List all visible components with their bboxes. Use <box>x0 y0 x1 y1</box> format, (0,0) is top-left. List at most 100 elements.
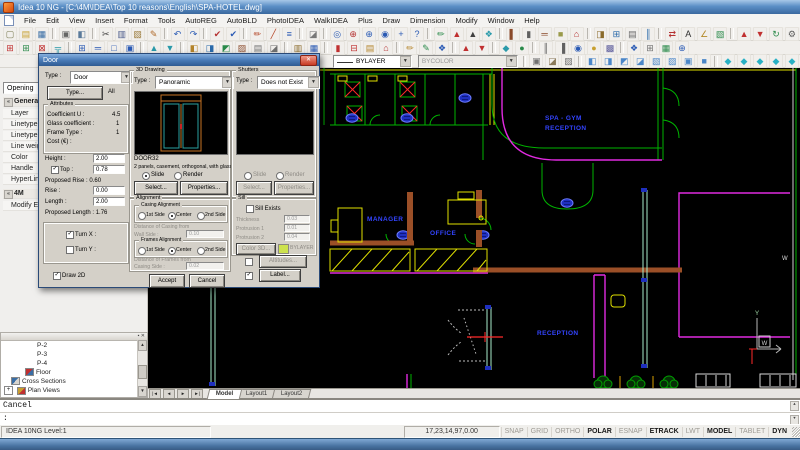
drawing3d-type-combo[interactable]: Panoramic▼ <box>155 76 234 89</box>
shutters-type-combo[interactable]: Does not Exist▼ <box>257 76 320 89</box>
type-button[interactable]: Type... <box>47 86 103 100</box>
schedule-green-icon[interactable]: ⊞ <box>19 41 33 55</box>
menu-dimension[interactable]: Dimension <box>405 14 450 27</box>
label-checkbox[interactable] <box>245 272 253 280</box>
format-painter-icon[interactable]: ✎ <box>147 27 161 41</box>
building-icon[interactable]: ⌂ <box>379 41 393 55</box>
markup-dark-icon[interactable]: ▲ <box>466 27 480 41</box>
draw-2d-checkbox[interactable] <box>53 272 61 280</box>
freehand-line-icon[interactable]: ╱ <box>266 27 280 41</box>
paste-icon[interactable]: ▧ <box>131 27 145 41</box>
turn-y-checkbox[interactable] <box>66 246 74 254</box>
menu-autobld[interactable]: AutoBLD <box>222 14 262 27</box>
brush-icon[interactable]: ✎ <box>419 41 433 55</box>
erase-icon[interactable]: ◪ <box>306 27 320 41</box>
length-field[interactable]: 2.00 <box>93 197 125 206</box>
zoom-realtime-icon[interactable]: ◎ <box>330 27 344 41</box>
altitudes-checkbox[interactable] <box>245 258 253 266</box>
image-attach-icon[interactable]: ▦ <box>659 41 673 55</box>
move-up-icon[interactable]: ▲ <box>737 27 751 41</box>
command-line[interactable]: Cancel : ▲ ▼ <box>0 398 800 424</box>
iso-view-2-icon[interactable]: ◆ <box>737 54 751 68</box>
stamp-icon[interactable]: ❖ <box>435 41 449 55</box>
chevron-down-icon[interactable]: ▼ <box>308 77 319 88</box>
zoom-in-icon[interactable]: ⊕ <box>346 27 360 41</box>
roof-tool-icon[interactable]: ⌂ <box>570 27 584 41</box>
scrollbar-thumb[interactable] <box>138 365 147 379</box>
cancel-button[interactable]: Cancel <box>189 274 225 288</box>
frames-1st-side-radio[interactable] <box>138 247 146 255</box>
menu-tools[interactable]: Tools <box>153 14 181 27</box>
linetype-combo[interactable]: BYLAYER ▼ <box>333 55 412 68</box>
osnap-check-icon[interactable]: ✔ <box>210 27 224 41</box>
view-front-icon[interactable]: ▧ <box>649 54 663 68</box>
render-radio[interactable] <box>174 172 182 180</box>
menu-insert[interactable]: Insert <box>90 14 119 27</box>
render-tool-icon[interactable]: ▩ <box>603 41 617 55</box>
tree-item-p4[interactable]: P-4 <box>1 359 147 368</box>
camera-view-icon[interactable]: ◉ <box>571 41 585 55</box>
command-scrollbar[interactable]: ▲ ▼ <box>790 401 799 423</box>
view-sw-iso-icon[interactable]: ▣ <box>681 54 695 68</box>
construction-line-icon[interactable]: ≡ <box>282 27 296 41</box>
menu-autoreg[interactable]: AutoREG <box>180 14 222 27</box>
text-tool-icon[interactable]: A <box>681 27 695 41</box>
purge-icon[interactable]: ▨ <box>561 54 575 68</box>
title-bar[interactable]: Idea 10 NG - [C:\4M\IDEA\Top 10 reasons\… <box>0 0 800 14</box>
menu-photoidea[interactable]: PhotoIDEA <box>262 14 309 27</box>
move-down-icon[interactable]: ▼ <box>753 27 767 41</box>
iso-view-3-icon[interactable]: ◆ <box>753 54 767 68</box>
menu-file[interactable]: File <box>19 14 41 27</box>
toggle-snap[interactable]: SNAP <box>501 427 527 437</box>
menu-edit[interactable]: Edit <box>41 14 64 27</box>
sun-study-icon[interactable]: ● <box>587 41 601 55</box>
accept-button[interactable]: Accept <box>149 274 185 288</box>
sketch-pencil-icon[interactable]: ✏ <box>250 27 264 41</box>
palette-icon[interactable]: ❖ <box>482 27 496 41</box>
window-tool-icon[interactable]: ⊞ <box>609 27 623 41</box>
sill-exists-checkbox[interactable] <box>246 205 254 213</box>
view-back-icon[interactable]: ▨ <box>665 54 679 68</box>
casing-2nd-side-radio[interactable] <box>197 212 205 220</box>
toggle-polar[interactable]: POLAR <box>583 427 615 437</box>
turn-x-checkbox[interactable] <box>66 231 74 239</box>
settings-icon[interactable]: ⚙ <box>785 27 799 41</box>
menu-view[interactable]: View <box>64 14 90 27</box>
redo-icon[interactable]: ↷ <box>187 27 201 41</box>
schedule-red-icon[interactable]: ⊞ <box>3 41 17 55</box>
drawing-window-icon[interactable] <box>4 15 14 26</box>
wall-tool-icon[interactable]: ▌ <box>506 27 520 41</box>
layer-manager-icon[interactable]: ❖ <box>627 41 641 55</box>
diamond-teal-icon[interactable]: ◆ <box>499 41 513 55</box>
toggle-lwt[interactable]: LWT <box>682 427 703 437</box>
tab-model[interactable]: Model <box>207 389 243 399</box>
menu-window[interactable]: Window <box>483 14 520 27</box>
menu-modify[interactable]: Modify <box>450 14 482 27</box>
area-tool-icon[interactable]: ▧ <box>713 27 727 41</box>
print-icon[interactable]: ▣ <box>59 27 73 41</box>
close-icon[interactable]: ✕ <box>141 333 145 339</box>
toggle-tablet[interactable]: TABLET <box>735 427 768 437</box>
tree-item-floor[interactable]: Floor <box>1 368 147 377</box>
scroll-up-icon[interactable]: ▲ <box>138 340 147 351</box>
cut-icon[interactable]: ✂ <box>99 27 113 41</box>
beam-tool-icon[interactable]: ═ <box>538 27 552 41</box>
redline-pencil-icon[interactable]: ✏ <box>434 27 448 41</box>
pan-icon[interactable]: + <box>394 27 408 41</box>
view-top-icon[interactable]: ◧ <box>585 54 599 68</box>
iso-view-4-icon[interactable]: ◆ <box>769 54 783 68</box>
collapse-icon[interactable]: « <box>4 98 13 107</box>
undo-icon[interactable]: ↶ <box>171 27 185 41</box>
menu-walkidea[interactable]: WalkIDEA <box>309 14 353 27</box>
resize-grip[interactable] <box>792 427 800 437</box>
railing-tool-icon[interactable]: ║ <box>641 27 655 41</box>
column-tool-icon[interactable]: ▮ <box>522 27 536 41</box>
tree-item-p2[interactable]: P-2 <box>1 341 147 350</box>
save-icon[interactable]: ▦ <box>35 27 49 41</box>
menu-draw[interactable]: Draw <box>378 14 406 27</box>
view-bottom-icon[interactable]: ◨ <box>601 54 615 68</box>
collapse-icon[interactable]: « <box>4 190 13 199</box>
toggle-etrack[interactable]: ETRACK <box>646 427 682 437</box>
tree-item-p3[interactable]: P-3 <box>1 350 147 359</box>
top-checkbox[interactable] <box>51 166 59 174</box>
